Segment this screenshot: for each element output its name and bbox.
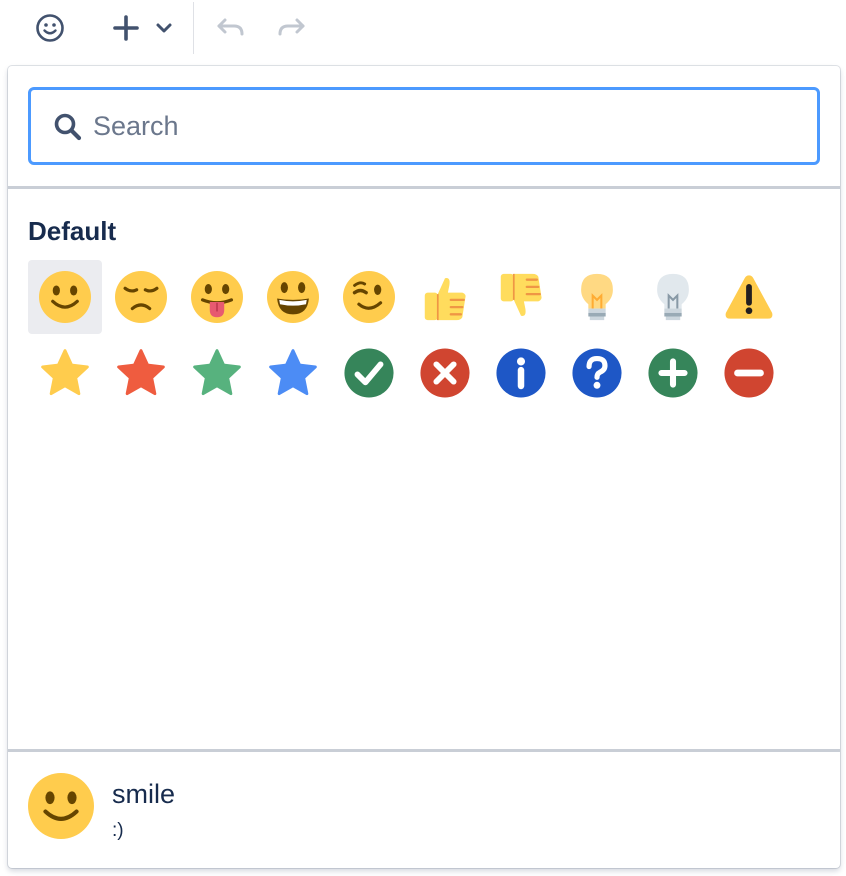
editor-toolbar — [0, 0, 846, 64]
preview-emoji-shortcut: :) — [112, 820, 124, 841]
cross-mark-emoji-icon — [420, 348, 470, 398]
emoji-question[interactable] — [560, 336, 634, 410]
blue-star-emoji-icon — [269, 349, 317, 396]
light-bulb-off-emoji-icon — [657, 273, 689, 321]
info-emoji-icon — [496, 348, 546, 398]
emoji-disappointed[interactable] — [104, 260, 178, 334]
redo-icon — [278, 18, 305, 36]
search-box — [28, 87, 820, 165]
plus-icon — [113, 15, 139, 41]
minus-emoji-icon — [724, 348, 774, 398]
emoji-minus[interactable] — [712, 336, 786, 410]
undo-icon — [217, 18, 244, 36]
chevron-down-icon — [156, 23, 172, 33]
smile-emoji-icon — [28, 773, 94, 839]
emoji-stuck-out-tongue[interactable] — [180, 260, 254, 334]
category-title: Default — [28, 216, 117, 246]
emoji-info[interactable] — [484, 336, 558, 410]
emoji-picker: Default — [8, 66, 840, 868]
emoji-cross[interactable] — [408, 336, 482, 410]
warning-emoji-icon — [725, 275, 773, 319]
yellow-star-emoji-icon — [41, 349, 89, 396]
undo-button[interactable] — [208, 6, 252, 50]
smile-emoji-icon — [39, 271, 91, 323]
plus-emoji-icon — [648, 348, 698, 398]
emoji-blue-star[interactable] — [256, 336, 330, 410]
emoji-light-bulb-on[interactable] — [560, 260, 634, 334]
preview-emoji-name: smile — [112, 779, 176, 809]
emoji-button[interactable] — [28, 6, 72, 50]
divider — [8, 186, 840, 189]
emoji-wink[interactable] — [332, 260, 406, 334]
emoji-yellow-star[interactable] — [28, 336, 102, 410]
smiley-outline-icon — [36, 14, 64, 42]
emoji-green-star[interactable] — [180, 336, 254, 410]
thumbs-down-emoji-icon — [500, 273, 542, 316]
emoji-thumbsup[interactable] — [408, 260, 482, 334]
emoji-warning[interactable] — [712, 260, 786, 334]
emoji-smile[interactable] — [28, 260, 102, 334]
toolbar-separator — [193, 2, 194, 54]
emoji-light-bulb-off[interactable] — [636, 260, 710, 334]
emoji-thumbsdown[interactable] — [484, 260, 558, 334]
emoji-plus[interactable] — [636, 336, 710, 410]
green-star-emoji-icon — [193, 349, 241, 396]
emoji-grinning[interactable] — [256, 260, 330, 334]
tongue-emoji-icon — [191, 271, 243, 323]
search-icon — [54, 113, 82, 141]
divider — [8, 749, 840, 752]
wink-emoji-icon — [343, 271, 395, 323]
emoji-red-star[interactable] — [104, 336, 178, 410]
red-star-emoji-icon — [117, 349, 165, 396]
light-bulb-on-emoji-icon — [581, 273, 613, 321]
disappointed-emoji-icon — [115, 271, 167, 323]
emoji-check[interactable] — [332, 336, 406, 410]
question-emoji-icon — [572, 348, 622, 398]
insert-button[interactable] — [104, 6, 182, 50]
check-mark-emoji-icon — [344, 348, 394, 398]
grinning-emoji-icon — [267, 271, 319, 323]
thumbs-up-emoji-icon — [424, 278, 466, 321]
search-input[interactable] — [93, 100, 793, 152]
redo-button[interactable] — [270, 6, 314, 50]
